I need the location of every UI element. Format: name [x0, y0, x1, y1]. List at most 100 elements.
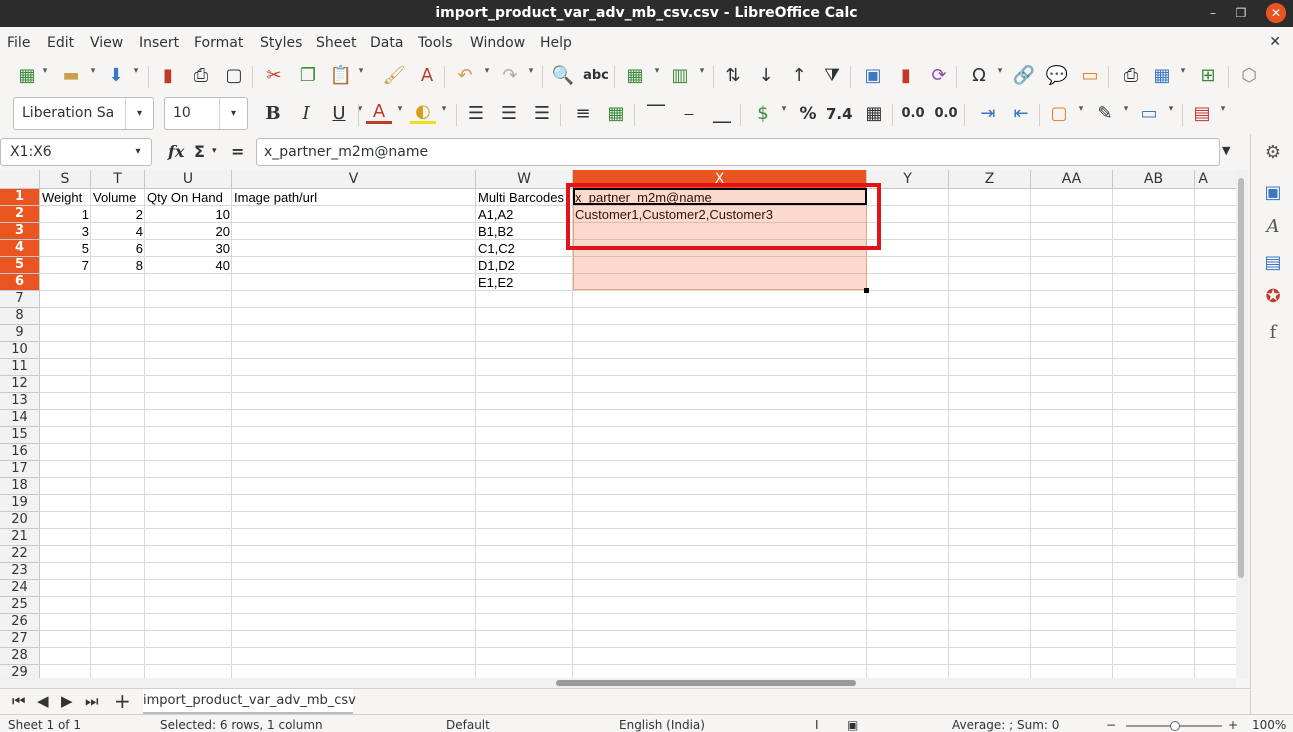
zoom-slider[interactable]: [1126, 721, 1222, 731]
sidebar-gallery-icon[interactable]: ▤: [1260, 250, 1286, 276]
horizontal-scrollbar[interactable]: [0, 678, 1236, 688]
menu-tools[interactable]: Tools: [418, 35, 453, 51]
column-header-Z[interactable]: Z: [949, 170, 1031, 189]
cell-U3[interactable]: 20: [145, 223, 232, 240]
align-right-icon[interactable]: ☰: [529, 102, 555, 126]
clear-formatting-icon[interactable]: A: [414, 64, 440, 88]
cell-W5[interactable]: D1,D2: [476, 257, 573, 274]
row-header-8[interactable]: 8: [0, 308, 40, 325]
conditional-format-icon[interactable]: ▤: [1189, 102, 1215, 126]
new-dropdown-icon[interactable]: ▾: [40, 66, 50, 76]
bold-button[interactable]: B: [260, 102, 286, 126]
next-sheet-icon[interactable]: ▶: [61, 692, 73, 710]
undo-dropdown-icon[interactable]: ▾: [482, 66, 492, 76]
row-header-23[interactable]: 23: [0, 563, 40, 580]
menu-format[interactable]: Format: [194, 35, 243, 51]
conditional-format-dropdown-icon[interactable]: ▾: [1218, 104, 1228, 114]
cell-S3[interactable]: 3: [40, 223, 91, 240]
row-header-18[interactable]: 18: [0, 478, 40, 495]
column-header-T[interactable]: T: [91, 170, 145, 189]
menu-file[interactable]: File: [7, 35, 30, 51]
row-header-6[interactable]: 6: [0, 274, 40, 291]
new-spreadsheet-icon[interactable]: ▦: [14, 64, 40, 88]
underline-dropdown-icon[interactable]: ▾: [355, 104, 365, 114]
comment-icon[interactable]: 💬: [1044, 64, 1070, 88]
open-folder-icon[interactable]: ▬: [58, 64, 84, 88]
font-color-icon[interactable]: A: [366, 102, 392, 124]
paste-dropdown-icon[interactable]: ▾: [356, 66, 366, 76]
align-top-icon[interactable]: ⎺: [643, 102, 669, 126]
currency-format-icon[interactable]: $: [750, 102, 776, 126]
row-header-5[interactable]: 5: [0, 257, 40, 274]
row-header-17[interactable]: 17: [0, 461, 40, 478]
sidebar-navigator-icon[interactable]: ✪: [1260, 284, 1286, 310]
date-format-icon[interactable]: ▦: [861, 102, 887, 126]
insert-mode-icon[interactable]: I: [815, 718, 819, 732]
row-header-26[interactable]: 26: [0, 614, 40, 631]
borders-icon[interactable]: ▢: [1046, 102, 1072, 126]
row-header-14[interactable]: 14: [0, 410, 40, 427]
split-window-icon[interactable]: ⊞: [1195, 64, 1221, 88]
row-header-13[interactable]: 13: [0, 393, 40, 410]
menu-sheet[interactable]: Sheet: [316, 35, 356, 51]
special-character-dropdown-icon[interactable]: ▾: [995, 66, 1005, 76]
column-header-V[interactable]: V: [232, 170, 476, 189]
save-icon[interactable]: ⬇: [103, 64, 129, 88]
first-sheet-icon[interactable]: ⏮: [12, 692, 26, 710]
headers-footers-icon[interactable]: ▭: [1077, 64, 1103, 88]
cell-S2[interactable]: 1: [40, 206, 91, 223]
insert-chart-icon[interactable]: ▮: [893, 64, 919, 88]
cell-S5[interactable]: 7: [40, 257, 91, 274]
close-document-icon[interactable]: ✕: [1269, 34, 1281, 50]
row-header-11[interactable]: 11: [0, 359, 40, 376]
insert-image-icon[interactable]: ▣: [860, 64, 886, 88]
row-dropdown-icon[interactable]: ▾: [652, 66, 662, 76]
zoom-level[interactable]: 100%: [1252, 718, 1286, 732]
document-modified-icon[interactable]: ▣: [847, 718, 858, 732]
row-header-21[interactable]: 21: [0, 529, 40, 546]
expand-formula-bar-icon[interactable]: ▼: [1222, 144, 1230, 157]
formula-input[interactable]: x_partner_m2m@name: [256, 138, 1220, 166]
font-color-dropdown-icon[interactable]: ▾: [395, 104, 405, 114]
sort-icon[interactable]: ⇅: [720, 64, 746, 88]
close-window-button[interactable]: ✕: [1266, 3, 1286, 23]
cut-icon[interactable]: ✂: [261, 64, 287, 88]
column-header-AA[interactable]: AA: [1031, 170, 1113, 189]
row-header-19[interactable]: 19: [0, 495, 40, 512]
function-wizard-button[interactable]: fx: [168, 142, 184, 161]
sidebar-properties-icon[interactable]: ▣: [1260, 180, 1286, 206]
cell-W2[interactable]: A1,A2: [476, 206, 573, 223]
sort-descending-icon[interactable]: ↑: [786, 64, 812, 88]
sum-dropdown-icon[interactable]: ▾: [212, 146, 217, 156]
cell-U2[interactable]: 10: [145, 206, 232, 223]
cell-T4[interactable]: 6: [91, 240, 145, 257]
sidebar-functions-icon[interactable]: f: [1260, 320, 1286, 346]
hyperlink-icon[interactable]: 🔗: [1011, 64, 1037, 88]
column-header-AB[interactable]: AB: [1113, 170, 1195, 189]
cell-T5[interactable]: 8: [91, 257, 145, 274]
row-header-7[interactable]: 7: [0, 291, 40, 308]
number-format-button[interactable]: 7.4: [826, 102, 853, 126]
row-header-25[interactable]: 25: [0, 597, 40, 614]
italic-button[interactable]: I: [293, 102, 319, 126]
show-draw-functions-icon[interactable]: ⬡: [1236, 64, 1262, 88]
status-summary[interactable]: Average: ; Sum: 0: [952, 718, 1059, 732]
menu-insert[interactable]: Insert: [139, 35, 179, 51]
sort-ascending-icon[interactable]: ↓: [753, 64, 779, 88]
row-header-4[interactable]: 4: [0, 240, 40, 257]
row-icon[interactable]: ▦: [622, 64, 648, 88]
autofilter-icon[interactable]: ⧩: [819, 64, 845, 88]
column-header-AC[interactable]: A: [1195, 170, 1236, 189]
row-header-2[interactable]: 2: [0, 206, 40, 223]
zoom-out-button[interactable]: −: [1106, 718, 1116, 732]
save-dropdown-icon[interactable]: ▾: [131, 66, 141, 76]
sidebar-styles-icon[interactable]: A: [1260, 214, 1286, 240]
percent-format-button[interactable]: %: [795, 102, 821, 126]
wrap-text-icon[interactable]: ≡: [570, 102, 596, 126]
borders-dropdown-icon[interactable]: ▾: [1076, 104, 1086, 114]
pivot-table-icon[interactable]: ⟳: [926, 64, 952, 88]
row-header-9[interactable]: 9: [0, 325, 40, 342]
row-header-15[interactable]: 15: [0, 427, 40, 444]
menu-data[interactable]: Data: [370, 35, 403, 51]
row-header-28[interactable]: 28: [0, 648, 40, 665]
